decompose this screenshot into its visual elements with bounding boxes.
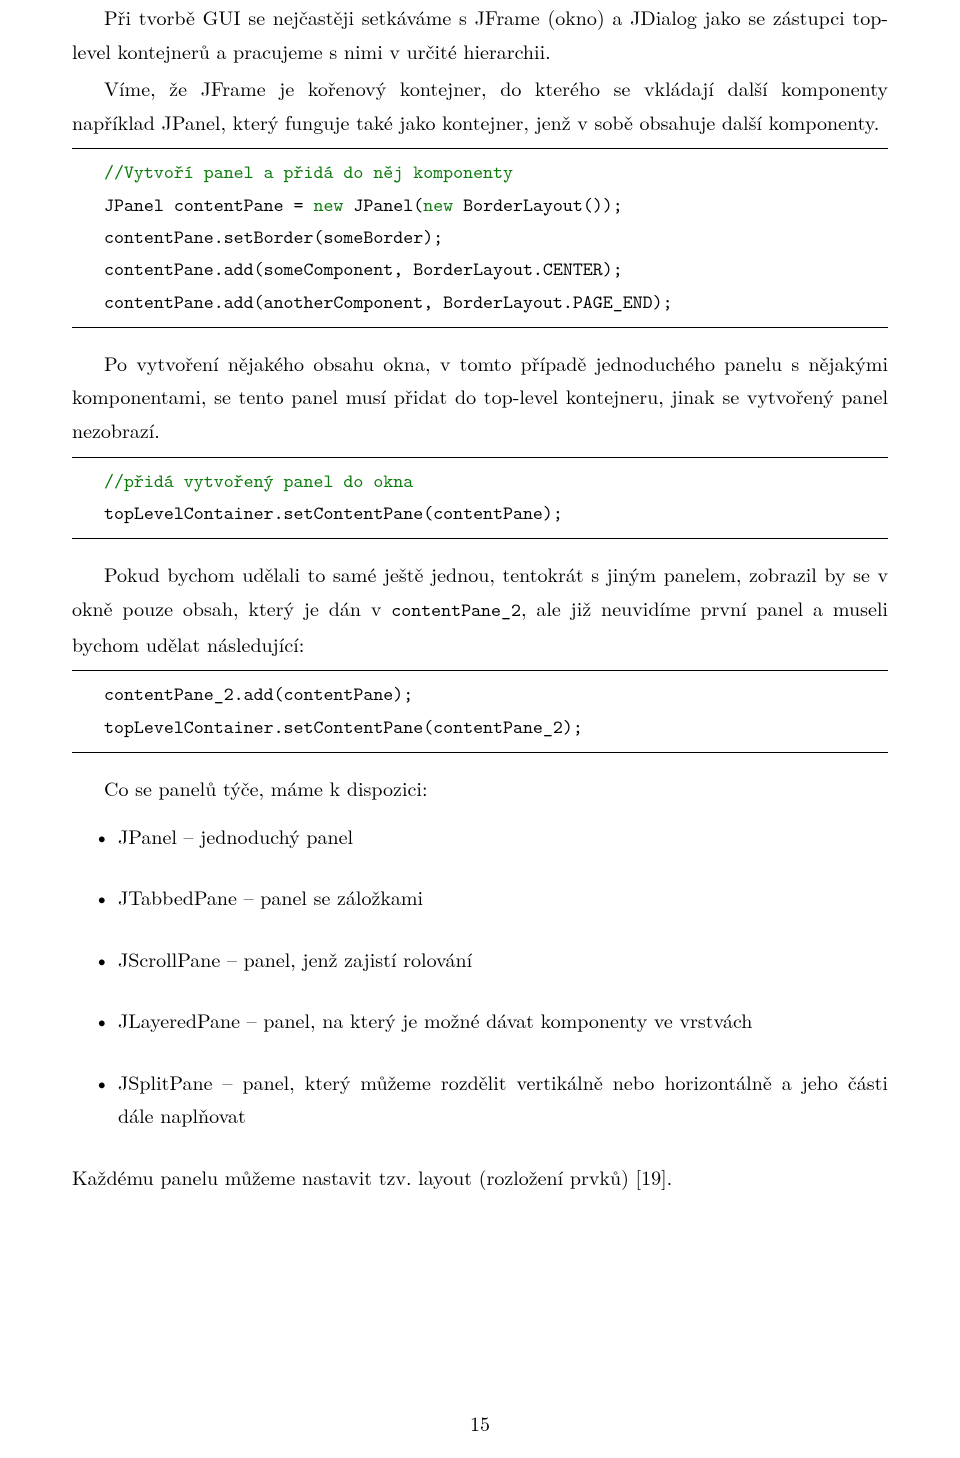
code3-line1: contentPane_2.add(contentPane); [72,679,888,711]
bullet-item-5: JSplitPane – panel, který můžeme rozděli… [72,1065,888,1132]
bullet-item-2: JTabbedPane – panel se záložkami [72,880,888,914]
code3-line2: topLevelContainer.setContentPane(content… [72,712,888,744]
bullet-item-3: JScrollPane – panel, jenž zajistí rolová… [72,942,888,976]
code2-line1: //přidá vytvořený panel do okna [72,466,888,498]
page-root: Při tvorbě GUI se nejčastěji setkáváme s… [0,0,960,1458]
code1-line3: contentPane.setBorder(someBorder); [72,222,888,254]
paragraph-2: Víme, že JFrame je kořenový kontejner, d… [72,71,888,138]
paragraph-3: Po vytvoření nějakého obsahu okna, v tom… [72,346,888,447]
paragraph-1: Při tvorbě GUI se nejčastěji setkáváme s… [72,0,888,67]
paragraph-4: Pokud bychom udělali to samé ještě jedno… [72,557,888,660]
code1-line4: contentPane.add(someComponent, BorderLay… [72,254,888,286]
code-block-3: contentPane_2.add(contentPane); topLevel… [72,670,888,753]
bullet-item-4: JLayeredPane – panel, na který je možné … [72,1003,888,1037]
paragraph-6: Každému panelu můžeme nastavit tzv. layo… [72,1160,888,1194]
code1-line5: contentPane.add(anotherComponent, Border… [72,287,888,319]
code-block-2: //přidá vytvořený panel do okna topLevel… [72,457,888,540]
code-block-1: //Vytvoří panel a přidá do něj komponent… [72,148,888,327]
code1-line1: //Vytvoří panel a přidá do něj komponent… [72,157,888,189]
code2-line2: topLevelContainer.setContentPane(content… [72,498,888,530]
page-number: 15 [0,1406,960,1440]
bullet-item-1: JPanel – jednoduchý panel [72,819,888,853]
bullet-list: JPanel – jednoduchý panel JTabbedPane – … [72,819,888,1133]
paragraph-5: Co se panelů týče, máme k dispozici: [72,771,888,805]
code1-line2: JPanel contentPane = new JPanel(new Bord… [72,190,888,222]
